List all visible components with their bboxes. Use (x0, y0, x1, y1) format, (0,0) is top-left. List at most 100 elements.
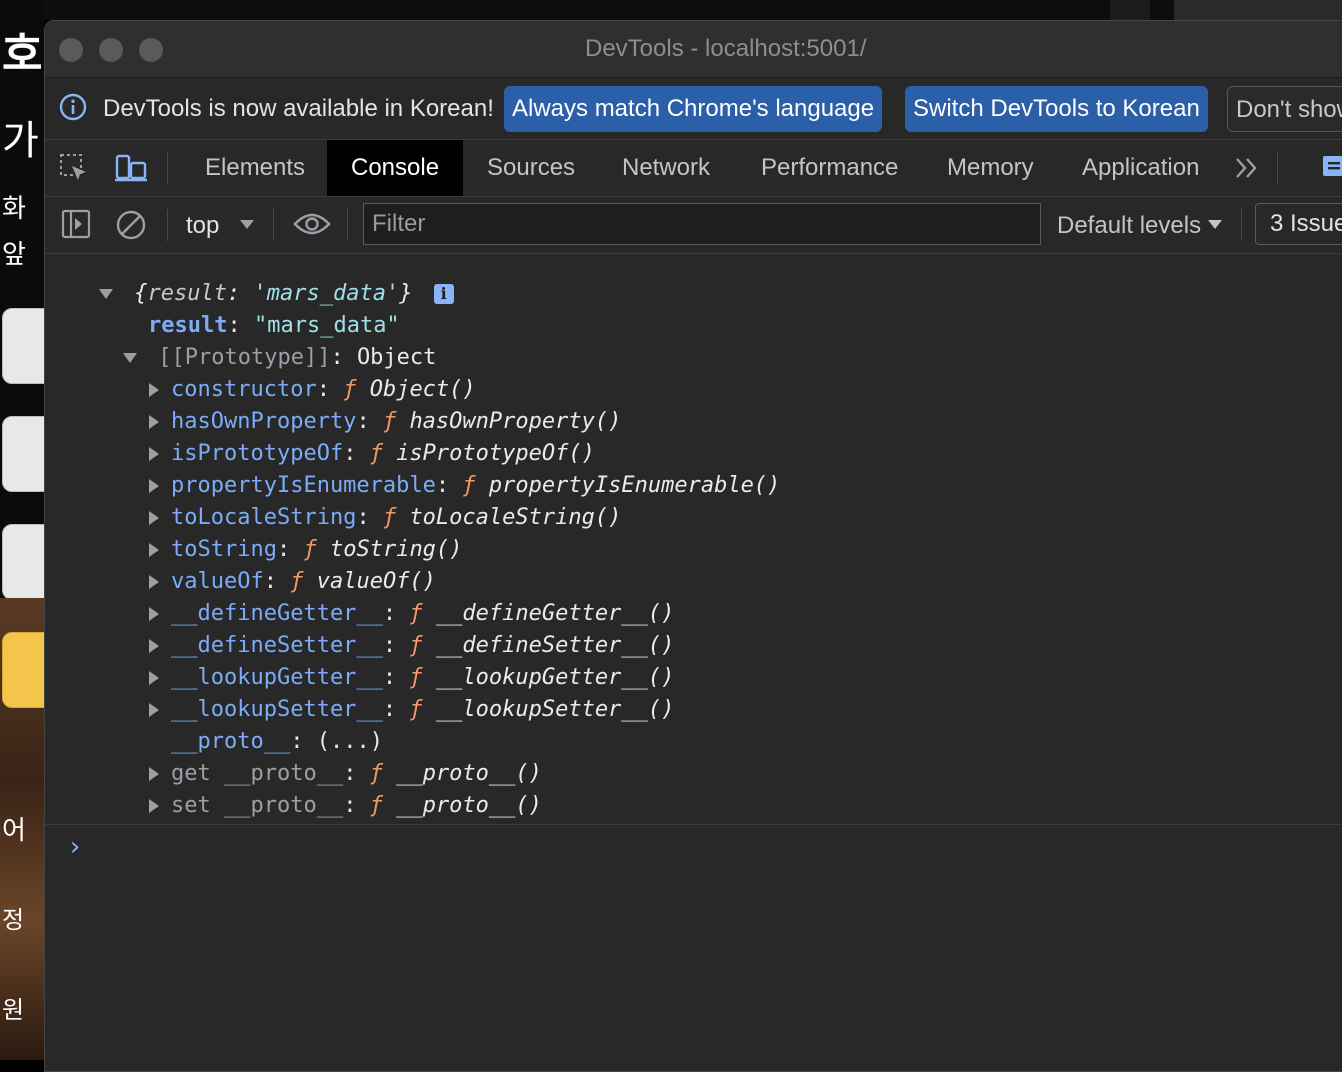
levels-dropdown-icon[interactable] (1207, 219, 1223, 231)
property-key: result (148, 313, 228, 338)
accessor-key: __proto__ (223, 793, 344, 818)
bg-text-char: 정 (2, 906, 25, 934)
window-title: DevTools - localhost:5001/ (585, 35, 867, 62)
minimize-window-button[interactable] (99, 38, 123, 62)
prototype-member-row[interactable]: valueOf: ƒ valueOf() (149, 566, 436, 598)
summary-value: 'mars_data' (253, 281, 400, 306)
member-key: __lookupSetter__ (171, 697, 383, 722)
console-prompt-chevron-icon: › (67, 832, 83, 862)
function-marker: ƒ (290, 569, 304, 594)
proto-getter-row[interactable]: __proto__: (...) (171, 726, 383, 758)
tab-elements[interactable]: Elements (191, 140, 319, 196)
expand-triangle-icon[interactable] (149, 671, 159, 685)
expand-triangle-icon[interactable] (149, 383, 159, 397)
background-top-strip (44, 0, 1342, 20)
infobar-message: DevTools is now available in Korean! (103, 95, 494, 122)
separator (1277, 152, 1278, 184)
prototype-key: [[Prototype]] (158, 345, 331, 370)
close-window-button[interactable] (59, 38, 83, 62)
prototype-member-row[interactable]: isPrototypeOf: ƒ isPrototypeOf() (149, 438, 595, 470)
device-toolbar-icon[interactable] (115, 153, 149, 183)
prototype-member-row[interactable]: toLocaleString: ƒ toLocaleString() (149, 502, 621, 534)
function-marker: ƒ (409, 665, 423, 690)
accessor-function: __proto__() (396, 761, 542, 786)
expand-triangle-icon[interactable] (149, 703, 159, 717)
expand-triangle-icon[interactable] (149, 639, 159, 653)
live-expression-eye-icon[interactable] (293, 211, 331, 237)
prototype-member-row[interactable]: hasOwnProperty: ƒ hasOwnProperty() (149, 406, 621, 438)
expand-triangle-icon[interactable] (149, 575, 159, 589)
function-marker: ƒ (343, 377, 357, 402)
tab-network[interactable]: Network (608, 140, 724, 196)
bg-subheading-char: 가 (2, 118, 39, 164)
expand-triangle-icon[interactable] (149, 799, 159, 813)
prototype-member-row[interactable]: constructor: ƒ Object() (149, 374, 476, 406)
member-key: __defineSetter__ (171, 633, 383, 658)
inspect-element-icon[interactable] (59, 153, 89, 183)
switch-to-korean-button[interactable]: Switch DevTools to Korean (905, 86, 1208, 132)
member-function: Object() (369, 377, 476, 402)
zoom-window-button[interactable] (139, 38, 163, 62)
accessor-function: __proto__() (396, 793, 542, 818)
member-function: __defineGetter__() (435, 601, 675, 626)
context-dropdown-icon[interactable] (239, 219, 255, 231)
collapse-triangle-icon[interactable] (123, 353, 137, 363)
property-result: result: "mars_data" (148, 313, 400, 338)
member-key: __defineGetter__ (171, 601, 383, 626)
more-tabs-chevron-icon[interactable] (1235, 157, 1259, 179)
console-input[interactable] (95, 830, 1295, 866)
info-badge-icon[interactable]: i (433, 284, 454, 304)
title-bar[interactable]: DevTools - localhost:5001/ (45, 21, 1342, 78)
function-marker: ƒ (382, 409, 397, 434)
prototype-member-row[interactable]: __defineGetter__: ƒ __defineGetter__() (149, 598, 674, 630)
prototype-member-row[interactable]: __defineSetter__: ƒ __defineSetter__() (149, 630, 674, 662)
function-marker: ƒ (409, 697, 423, 722)
function-marker: ƒ (369, 761, 383, 786)
dont-show-again-button[interactable]: Don't show again (1227, 86, 1342, 132)
feedback-icon[interactable] (1321, 154, 1342, 182)
expand-triangle-icon[interactable] (149, 607, 159, 621)
member-function: toString() (329, 537, 463, 562)
member-key: propertyIsEnumerable (171, 473, 436, 498)
member-function: toLocaleString() (409, 505, 622, 530)
member-key: constructor (171, 377, 317, 402)
always-match-language-button[interactable]: Always match Chrome's language (504, 86, 883, 132)
expand-triangle-icon[interactable] (149, 767, 159, 781)
prototype-row[interactable]: [[Prototype]]: Object (123, 342, 436, 374)
expand-triangle-icon[interactable] (149, 479, 159, 493)
expand-triangle-icon[interactable] (149, 543, 159, 557)
log-levels-dropdown[interactable]: Default levels (1057, 212, 1201, 240)
expand-triangle-icon[interactable] (149, 511, 159, 525)
function-marker: ƒ (462, 473, 476, 498)
filter-input[interactable] (363, 203, 1041, 245)
accessor-row[interactable]: get __proto__: ƒ __proto__() (149, 758, 542, 790)
expand-triangle-icon[interactable] (149, 447, 159, 461)
tab-console[interactable]: Console (327, 140, 464, 196)
console-object-summary[interactable]: {result: 'mars_data'} i (99, 278, 454, 310)
clear-console-icon[interactable] (115, 209, 147, 241)
console-divider (45, 824, 1342, 825)
bg-button (2, 416, 44, 492)
expand-triangle-icon[interactable] (149, 415, 159, 429)
member-key: isPrototypeOf (171, 441, 344, 466)
function-marker: ƒ (409, 601, 423, 626)
prototype-member-row[interactable]: propertyIsEnumerable: ƒ propertyIsEnumer… (149, 470, 780, 502)
collapse-triangle-icon[interactable] (99, 289, 113, 299)
tab-memory[interactable]: Memory (933, 140, 1048, 196)
prototype-value: Object (356, 345, 437, 370)
tab-sources[interactable]: Sources (473, 140, 589, 196)
separator (167, 152, 168, 184)
tab-performance[interactable]: Performance (747, 140, 912, 196)
function-marker: ƒ (369, 441, 383, 466)
tab-application[interactable]: Application (1068, 140, 1213, 196)
show-sidebar-icon[interactable] (61, 209, 91, 239)
context-selector[interactable]: top (186, 212, 219, 240)
prototype-member-row[interactable]: toString: ƒ toString() (149, 534, 462, 566)
function-marker: ƒ (369, 793, 383, 818)
issues-counter-button[interactable]: 3 Issues (1255, 203, 1342, 245)
prototype-member-row[interactable]: __lookupGetter__: ƒ __lookupGetter__() (149, 662, 674, 694)
separator (347, 209, 348, 241)
function-marker: ƒ (303, 537, 317, 562)
prototype-member-row[interactable]: __lookupSetter__: ƒ __lookupSetter__() (149, 694, 674, 726)
accessor-row[interactable]: set __proto__: ƒ __proto__() (149, 790, 542, 822)
